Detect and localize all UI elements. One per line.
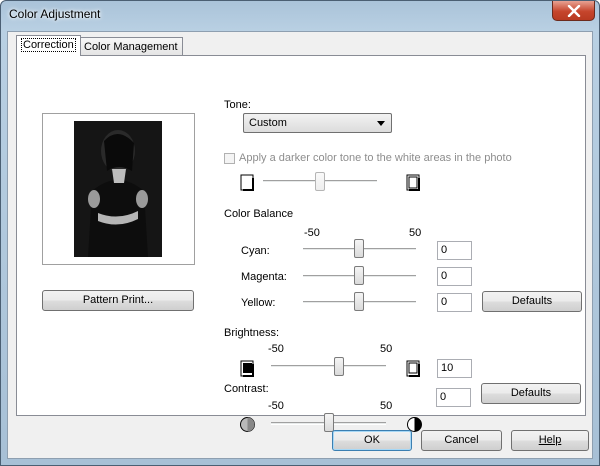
brightness-slider-thumb[interactable]	[334, 357, 344, 376]
cancel-button[interactable]: Cancel	[421, 430, 502, 451]
chevron-down-icon	[377, 121, 385, 126]
contrast-slider-thumb[interactable]	[324, 413, 334, 432]
brightness-min-label: -50	[268, 343, 284, 355]
separator	[220, 322, 577, 323]
ok-button[interactable]: OK	[332, 430, 412, 451]
cyan-value-input[interactable]: 0	[437, 241, 472, 260]
magenta-label: Magenta:	[241, 271, 287, 283]
color-balance-defaults-button[interactable]: Defaults	[482, 291, 582, 312]
close-button[interactable]	[552, 1, 595, 21]
dark-page-icon	[406, 174, 420, 191]
darker-tone-label: Apply a darker color tone to the white a…	[239, 152, 512, 164]
title-bar[interactable]: Color Adjustment	[1, 1, 599, 31]
tone-label: Tone:	[224, 99, 251, 111]
cyan-label: Cyan:	[241, 245, 270, 257]
yellow-value-input[interactable]: 0	[437, 293, 472, 312]
tone-slider-thumb[interactable]	[315, 172, 325, 191]
low-contrast-icon	[240, 417, 255, 432]
yellow-slider-thumb[interactable]	[354, 292, 364, 311]
tab-color-management-label: Color Management	[84, 41, 178, 53]
contrast-label: Contrast:	[224, 383, 269, 395]
light-page-icon	[240, 174, 254, 191]
contrast-max-label: 50	[380, 400, 393, 412]
dark-square-icon	[240, 360, 254, 377]
magenta-value-input[interactable]: 0	[437, 267, 472, 286]
window-title: Color Adjustment	[9, 7, 101, 21]
color-balance-min-label: -50	[304, 227, 320, 239]
pattern-print-button[interactable]: Pattern Print...	[42, 290, 194, 311]
tone-select[interactable]: Custom	[243, 113, 392, 133]
photo-preview-frame	[42, 113, 195, 265]
tab-color-management[interactable]: Color Management	[79, 37, 183, 56]
color-adjustment-window: Color Adjustment Correction Color Manage…	[0, 0, 600, 466]
tab-correction-label: Correction	[21, 38, 76, 52]
dialog-client: Correction Color Management Pattern Prin…	[7, 31, 593, 459]
color-balance-label: Color Balance	[224, 208, 294, 220]
darker-tone-checkbox[interactable]	[224, 153, 235, 164]
brightness-label: Brightness:	[224, 327, 280, 339]
yellow-label: Yellow:	[241, 297, 276, 309]
color-balance-max-label: 50	[409, 227, 422, 239]
separator	[220, 202, 577, 203]
close-icon	[567, 5, 581, 17]
contrast-defaults-button[interactable]: Defaults	[481, 383, 581, 404]
contrast-min-label: -50	[268, 400, 284, 412]
bright-square-icon	[406, 360, 420, 377]
tone-select-value: Custom	[249, 117, 287, 129]
contrast-value-input[interactable]: 0	[436, 388, 471, 407]
tab-correction[interactable]: Correction	[16, 35, 81, 56]
cyan-slider-thumb[interactable]	[354, 239, 364, 258]
brightness-value-input[interactable]: 10	[437, 359, 472, 378]
brightness-slider-track[interactable]	[271, 365, 386, 368]
help-button[interactable]: Help	[511, 430, 589, 451]
brightness-max-label: 50	[380, 343, 393, 355]
photo-preview	[74, 121, 162, 257]
magenta-slider-thumb[interactable]	[354, 266, 364, 285]
correction-panel: Pattern Print... Tone: Custom Apply a da…	[16, 55, 586, 432]
